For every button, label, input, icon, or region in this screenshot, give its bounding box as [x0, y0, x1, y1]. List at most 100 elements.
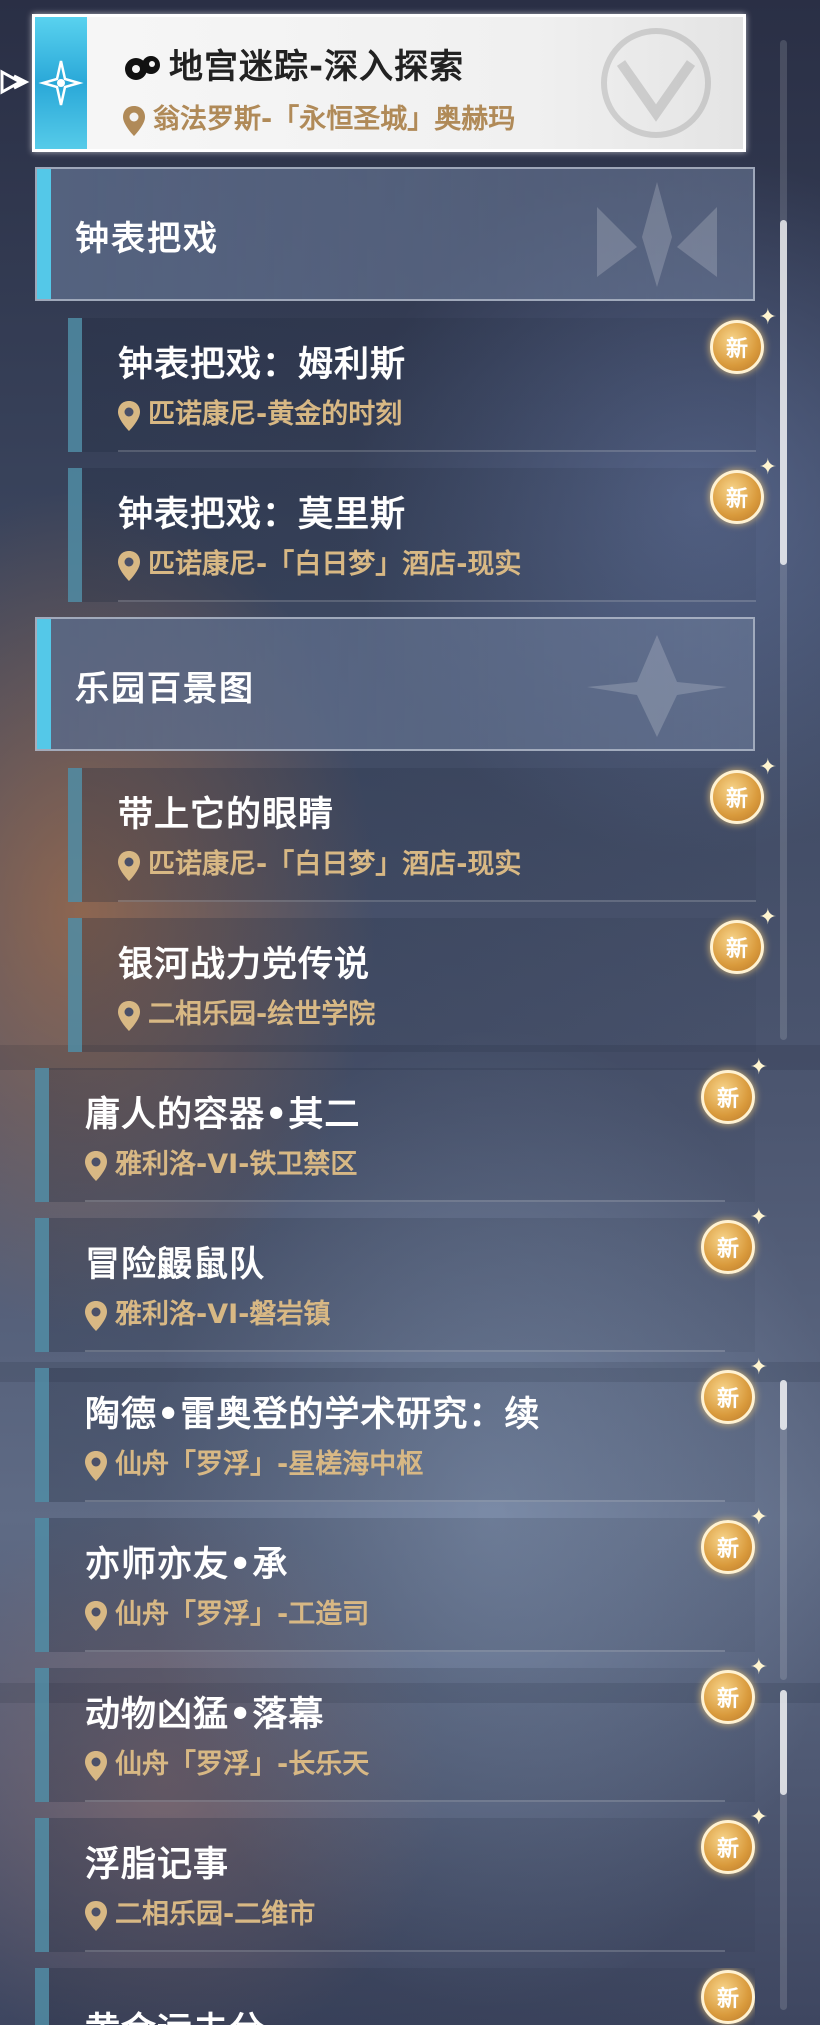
scrollbar-thumb[interactable] — [780, 1380, 787, 1430]
location-pin-icon — [85, 1900, 107, 1931]
location-pin-icon — [123, 105, 145, 136]
selection-arrow-icon — [0, 69, 30, 95]
quest-title: 亦师亦友•承 — [85, 1545, 289, 1585]
divider — [118, 900, 756, 902]
quest-location: 仙舟「罗浮」-星槎海中枢 — [85, 1442, 423, 1481]
quest-item[interactable]: 钟表把戏：莫里斯 匹诺康尼-「白日梦」酒店-现实 新 ✦ — [68, 457, 777, 602]
scrollbar-thumb[interactable] — [780, 1690, 787, 1795]
selected-quest-card[interactable]: 地宫迷踪-深入探索 翁法罗斯-「永恒圣城」奥赫玛 — [32, 14, 746, 152]
quest-item-bar — [35, 1068, 49, 1202]
location-pin-icon — [85, 1750, 107, 1781]
location-pin-icon — [85, 1600, 107, 1631]
divider — [85, 1800, 725, 1802]
category-accent-bar — [37, 619, 51, 749]
quest-item[interactable]: 带上它的眼睛 匹诺康尼-「白日梦」酒店-现实 新 ✦ — [68, 757, 777, 902]
quest-item[interactable]: 庸人的容器•其二 雅利洛-VI-铁卫禁区 新 ✦ — [35, 1057, 768, 1202]
quest-location: 仙舟「罗浮」-长乐天 — [85, 1742, 369, 1781]
quest-location-text: 二相乐园-绘世学院 — [148, 999, 376, 1030]
quest-item[interactable]: 黄金远去兮 新✦ — [35, 1968, 755, 2025]
new-badge: 新✦ — [710, 757, 777, 824]
quest-location: 雅利洛-VI-磐岩镇 — [85, 1292, 330, 1331]
category-watermark-icon — [587, 635, 727, 737]
quest-location-text: 仙舟「罗浮」-长乐天 — [115, 1749, 370, 1780]
quest-location-text: 仙舟「罗浮」-工造司 — [115, 1599, 370, 1630]
quest-title: 浮脂记事 — [85, 1845, 230, 1885]
quest-item-bar — [35, 1968, 49, 2025]
category-header-clockwork[interactable]: 钟表把戏 — [35, 167, 755, 301]
quest-location: 二相乐园-二维市 — [85, 1892, 315, 1931]
quest-type-icon — [125, 55, 160, 80]
category-header-paradise[interactable]: 乐园百景图 — [35, 617, 755, 751]
new-badge: 新✦ — [710, 307, 777, 374]
quest-title: 庸人的容器•其二 — [85, 1095, 361, 1135]
category-label: 乐园百景图 — [75, 669, 255, 709]
quest-item[interactable]: 亦师亦友•承 仙舟「罗浮」-工造司 新 ✦ — [35, 1507, 768, 1652]
quest-item[interactable]: 陶德•雷奥登的学术研究：续 仙舟「罗浮」-星槎海中枢 新 ✦ — [35, 1357, 768, 1502]
quest-location: 二相乐园-绘世学院 — [118, 992, 375, 1031]
quest-location: 匹诺康尼-「白日梦」酒店-现实 — [118, 842, 521, 881]
quest-location-text: 匹诺康尼-黄金的时刻 — [148, 399, 403, 430]
quest-title: 钟表把戏：莫里斯 — [118, 495, 407, 535]
divider — [118, 600, 756, 602]
quest-item-bar — [35, 1668, 49, 1802]
category-watermark-icon — [597, 182, 717, 287]
quest-item-bar — [68, 318, 82, 452]
quest-item-bar — [35, 1518, 49, 1652]
quest-item-bar — [35, 1368, 49, 1502]
quest-location-text: 雅利洛-VI-磐岩镇 — [115, 1299, 331, 1330]
quest-item-bar — [35, 1818, 49, 1952]
divider — [85, 1350, 725, 1352]
location-pin-icon — [118, 850, 140, 881]
quest-item[interactable]: 钟表把戏：姆利斯 匹诺康尼-黄金的时刻 新 ✦ — [68, 307, 777, 452]
quest-title: 动物凶猛•落幕 — [85, 1695, 325, 1735]
quest-item[interactable]: 冒险鼹鼠队 雅利洛-VI-磐岩镇 新 ✦ — [35, 1207, 768, 1352]
quest-location: 匹诺康尼-「白日梦」酒店-现实 — [118, 542, 521, 581]
new-badge: 新✦ — [710, 907, 777, 974]
quest-location-text: 匹诺康尼-「白日梦」酒店-现实 — [148, 549, 522, 580]
location-pin-icon — [85, 1450, 107, 1481]
quest-item-bar — [35, 1218, 49, 1352]
new-badge: 新✦ — [701, 1057, 768, 1124]
new-badge: 新✦ — [701, 1207, 768, 1274]
new-badge: 新✦ — [710, 457, 777, 524]
quest-item[interactable]: 银河战力党传说 二相乐园-绘世学院 新 ✦ — [68, 907, 777, 1052]
quest-item-bar — [68, 768, 82, 902]
selected-quest-location: 翁法罗斯-「永恒圣城」奥赫玛 — [123, 97, 515, 136]
quest-item-bar — [68, 468, 82, 602]
quest-item[interactable]: 浮脂记事 二相乐园-二维市 新 ✦ — [35, 1807, 768, 1952]
quest-title: 银河战力党传说 — [118, 945, 371, 985]
quest-title: 冒险鼹鼠队 — [85, 1245, 266, 1285]
selected-quest-title-text: 地宫迷踪-深入探索 — [169, 47, 465, 87]
new-badge: 新✦ — [701, 1807, 768, 1874]
quest-title: 钟表把戏：姆利斯 — [118, 345, 407, 385]
divider — [85, 1500, 725, 1502]
quest-location: 仙舟「罗浮」-工造司 — [85, 1592, 369, 1631]
emblem-watermark-icon — [601, 28, 711, 138]
quest-location: 匹诺康尼-黄金的时刻 — [118, 392, 402, 431]
quest-location-text: 雅利洛-VI-铁卫禁区 — [115, 1149, 358, 1180]
divider — [118, 450, 756, 452]
quest-title: 黄金远去兮 — [85, 2002, 265, 2025]
selected-quest-title: 地宫迷踪-深入探索 — [123, 39, 464, 88]
divider — [85, 1650, 725, 1652]
category-accent-bar — [37, 169, 51, 299]
new-badge: 新✦ — [701, 1507, 768, 1574]
divider — [85, 1950, 725, 1952]
location-pin-icon — [118, 400, 140, 431]
location-pin-icon — [85, 1150, 107, 1181]
category-label: 钟表把戏 — [75, 219, 219, 259]
quest-location: 雅利洛-VI-铁卫禁区 — [85, 1142, 357, 1181]
quest-item[interactable]: 动物凶猛•落幕 仙舟「罗浮」-长乐天 新 ✦ — [35, 1657, 768, 1802]
quest-location-text: 匹诺康尼-「白日梦」酒店-现实 — [148, 849, 522, 880]
location-pin-icon — [118, 550, 140, 581]
location-pin-icon — [118, 1000, 140, 1031]
quest-item-bar — [68, 918, 82, 1052]
location-pin-icon — [85, 1300, 107, 1331]
scrollbar-thumb[interactable] — [780, 220, 787, 565]
quest-title: 带上它的眼睛 — [118, 795, 335, 835]
quest-title: 陶德•雷奥登的学术研究：续 — [85, 1395, 541, 1435]
quest-location-text: 仙舟「罗浮」-星槎海中枢 — [115, 1449, 424, 1480]
new-badge: 新✦ — [701, 1968, 755, 2024]
diamond-star-icon — [38, 60, 84, 106]
selected-quest-location-text: 翁法罗斯-「永恒圣城」奥赫玛 — [153, 104, 516, 135]
